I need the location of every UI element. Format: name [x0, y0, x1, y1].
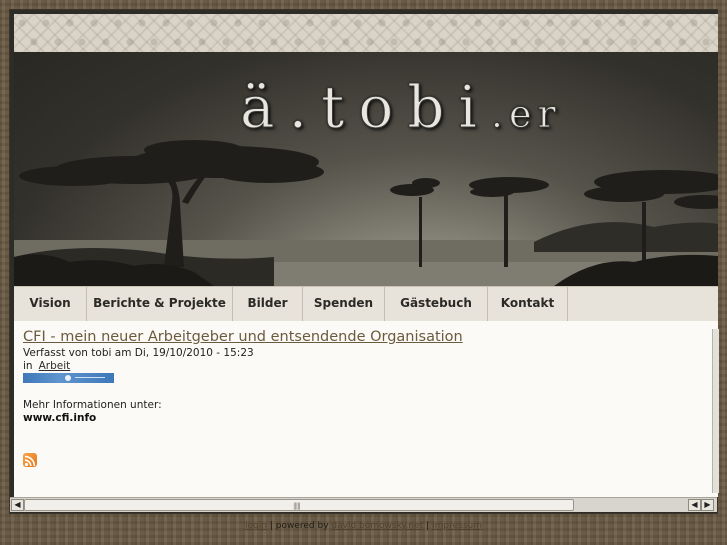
footer-separator: |	[269, 521, 273, 531]
nav-item-gaestebuch[interactable]: Gästebuch	[385, 287, 488, 321]
vertical-scrollbar[interactable]	[712, 329, 719, 493]
logo-main: ä.tobi	[240, 73, 491, 141]
nav-item-bilder[interactable]: Bilder	[233, 287, 303, 321]
nav-item-berichte-projekte[interactable]: Berichte & Projekte	[87, 287, 233, 321]
cfi-banner-image[interactable]	[23, 373, 114, 383]
login-link[interactable]: login	[245, 521, 267, 531]
horizontal-scrollbar[interactable]: ◀ ||||| ◀ ▶	[10, 497, 717, 512]
logo-suffix: .er	[490, 92, 562, 136]
powered-by-link[interactable]: david bomowsky.net	[331, 521, 423, 531]
arrow-left-icon[interactable]: ◀	[11, 499, 24, 511]
impressum-link[interactable]: Impressum	[432, 521, 482, 531]
main-navigation: Vision Berichte & Projekte Bilder Spende…	[14, 286, 718, 322]
header-pattern	[14, 14, 718, 52]
rss-feed-icon[interactable]	[23, 453, 37, 467]
site-logo[interactable]: ä.tobi.er	[240, 78, 562, 137]
footer-separator: |	[426, 521, 430, 531]
more-info-label: Mehr Informationen unter:	[23, 399, 162, 411]
tag-link-arbeit[interactable]: Arbeit	[39, 360, 71, 372]
more-info-url: www.cfi.info	[23, 412, 97, 424]
nav-item-spenden[interactable]: Spenden	[303, 287, 385, 321]
page-footer: login | powered by david bomowsky.net | …	[0, 521, 727, 531]
header-banner: ä.tobi.er	[14, 52, 718, 286]
arrow-right-icon[interactable]: ▶	[701, 499, 714, 511]
arrow-left-icon[interactable]: ◀	[688, 499, 701, 511]
content-area: CFI - mein neuer Arbeitgeber und entsend…	[14, 321, 718, 497]
nav-item-vision[interactable]: Vision	[14, 287, 87, 321]
post-tags: in Arbeit	[23, 360, 70, 372]
nav-item-kontakt[interactable]: Kontakt	[488, 287, 568, 321]
post-title-link[interactable]: CFI - mein neuer Arbeitgeber und entsend…	[23, 329, 463, 345]
scrollbar-thumb[interactable]: |||||	[24, 499, 574, 511]
tags-prefix: in	[23, 360, 33, 372]
powered-by-label: powered by	[275, 521, 329, 531]
post-meta: Verfasst von tobi am Di, 19/10/2010 - 15…	[23, 347, 254, 359]
